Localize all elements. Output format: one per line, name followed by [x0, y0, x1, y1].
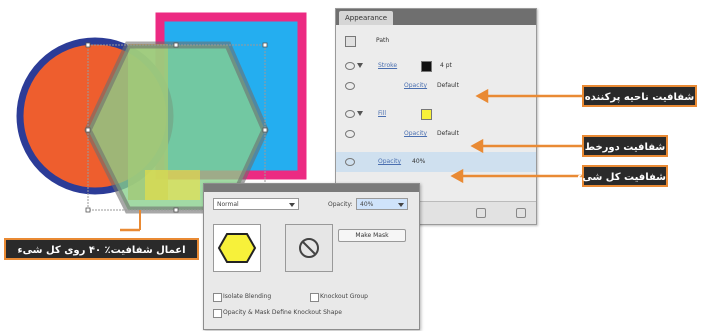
disclosure-triangle-icon[interactable]: [357, 63, 363, 68]
stroke-link[interactable]: Stroke: [378, 62, 397, 69]
object-opacity-link[interactable]: Opacity: [378, 158, 401, 165]
callout-fill-opacity: شفافیت ناحیه پرکننده: [582, 85, 697, 107]
appearance-row-stroke-opacity[interactable]: Opacity Default: [336, 76, 536, 96]
stroke-opacity-link[interactable]: Opacity: [404, 82, 427, 89]
make-mask-button[interactable]: Make Mask: [338, 229, 406, 242]
isolate-blending-checkbox[interactable]: [213, 293, 222, 302]
opacity-mask-knockout-checkbox[interactable]: [213, 309, 222, 318]
appearance-row-path[interactable]: Path: [336, 31, 536, 51]
stroke-opacity-value: Default: [437, 82, 459, 89]
panel-tabbar: Appearance: [336, 9, 536, 25]
chevron-right-icon: [398, 203, 404, 207]
visibility-eye-icon[interactable]: [345, 62, 355, 70]
appearance-row-fill-opacity[interactable]: Opacity Default: [336, 124, 536, 144]
stroke-weight-value[interactable]: 4 pt: [440, 62, 452, 69]
callout-stroke-opacity: شفافیت دورخط: [582, 135, 668, 157]
blend-mode-value: Normal: [217, 201, 239, 208]
visibility-eye-icon[interactable]: [345, 158, 355, 166]
appearance-row-object-opacity[interactable]: Opacity 40%: [336, 152, 536, 172]
knockout-group-label: Knockout Group: [320, 293, 368, 300]
path-label: Path: [376, 37, 390, 44]
callout-apply-40-percent: اعمال شفافیت٪ ۴۰ روی کل شیء: [4, 238, 199, 260]
opacity-input[interactable]: 40%: [356, 198, 408, 210]
no-mask-icon: [299, 238, 319, 258]
clear-appearance-icon[interactable]: [476, 208, 486, 218]
opacity-mask-knockout-label: Opacity & Mask Define Knockout Shape: [223, 309, 342, 316]
object-opacity-value: 40%: [412, 158, 426, 165]
mask-thumbnail[interactable]: [285, 224, 333, 272]
appearance-row-fill[interactable]: Fill: [336, 104, 536, 124]
hexagon-bottom-highlight: [145, 170, 200, 200]
visibility-eye-icon[interactable]: [345, 110, 355, 118]
knockout-group-checkbox[interactable]: [310, 293, 319, 302]
disclosure-triangle-icon[interactable]: [357, 111, 363, 116]
stroke-color-swatch[interactable]: [421, 61, 432, 72]
delete-item-icon[interactable]: [516, 208, 526, 218]
chevron-down-icon: [289, 203, 295, 207]
hexagon-thumbnail-icon: [217, 233, 257, 263]
object-thumbnail[interactable]: [213, 224, 261, 272]
fill-opacity-link[interactable]: Opacity: [404, 130, 427, 137]
opacity-label: Opacity:: [328, 201, 353, 208]
visibility-eye-icon[interactable]: [345, 82, 355, 90]
visibility-eye-icon[interactable]: [345, 130, 355, 138]
appearance-row-stroke[interactable]: Stroke 4 pt: [336, 56, 536, 76]
callout-object-opacity: شفافیت کل شیء: [577, 165, 668, 187]
path-swatch-icon: [345, 36, 356, 47]
fill-opacity-value: Default: [437, 130, 459, 137]
blend-mode-select[interactable]: Normal: [213, 198, 299, 210]
transparency-panel: Normal Opacity: 40% Make Mask Isolate Bl…: [203, 183, 420, 330]
fill-link[interactable]: Fill: [378, 110, 386, 117]
transparency-panel-titlebar[interactable]: [204, 184, 419, 192]
fill-color-swatch[interactable]: [421, 109, 432, 120]
tab-appearance[interactable]: Appearance: [339, 11, 394, 25]
opacity-value: 40%: [360, 201, 374, 208]
isolate-blending-label: Isolate Blending: [223, 293, 272, 300]
